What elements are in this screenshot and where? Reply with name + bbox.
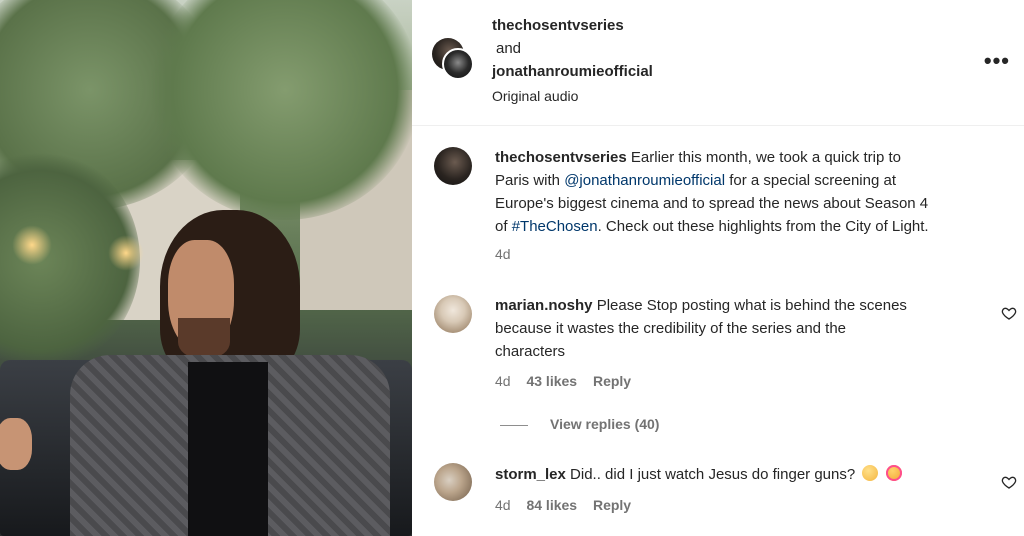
person-beard (178, 318, 230, 358)
avatar-storm-lex[interactable] (434, 463, 472, 501)
avatar-jonathanroumieofficial[interactable] (442, 48, 474, 80)
comment-2-text: Did.. did I just watch Jesus do finger g… (570, 466, 856, 483)
caption-line-4: of #TheChosen. Check out these highlight… (495, 216, 929, 238)
header-divider (412, 125, 1024, 126)
comment-2-line-1: storm_lex Did.. did I just watch Jesus d… (495, 464, 902, 486)
comment-1-text-1: Please Stop posting what is behind the s… (596, 297, 907, 314)
view-replies-line (500, 425, 528, 426)
avatar-marian-noshy[interactable] (434, 295, 472, 333)
caption-line-3: Europe's biggest cinema and to spread th… (495, 195, 929, 212)
hashtag-link[interactable]: #TheChosen (512, 218, 598, 235)
comment-1-time[interactable]: 4d (495, 373, 511, 389)
caption-line-2: Paris with @jonathanroumieofficial for a… (495, 170, 896, 192)
comment-1-username[interactable]: marian.noshy (495, 297, 593, 314)
like-heart-icon[interactable] (1001, 305, 1017, 321)
comment-1-line-3: characters (495, 343, 566, 360)
caption-text-2a: Paris with (495, 172, 565, 189)
comment-1-line-1: marian.noshy Please Stop posting what is… (495, 295, 907, 317)
avatar-caption-author[interactable] (434, 147, 472, 185)
caption-username[interactable]: thechosentvseries (495, 149, 627, 166)
comment-1-meta: 4d 43 likes Reply (495, 373, 631, 389)
caption-text-4a: of (495, 218, 512, 235)
comment-2-username[interactable]: storm_lex (495, 466, 566, 483)
caption-text-4b: . Check out these highlights from the Ci… (597, 218, 929, 235)
header-username-2[interactable]: jonathanroumieofficial (492, 61, 653, 83)
mention-link[interactable]: @jonathanroumieofficial (564, 172, 725, 189)
post-media-video[interactable] (0, 0, 412, 536)
comment-1-line-2: because it wastes the credibility of the… (495, 320, 847, 337)
caption-text-1: Earlier this month, we took a quick trip… (630, 149, 902, 166)
header-username-1[interactable]: thechosentvseries (492, 15, 624, 37)
love-face-emoji-icon (885, 465, 902, 481)
comment-2-likes[interactable]: 84 likes (526, 497, 577, 513)
caption-text-2b: for a special screening at (725, 172, 897, 189)
more-horizontal-icon[interactable]: ••• (984, 48, 1010, 74)
header-and: and (496, 40, 522, 57)
thinking-face-emoji-icon (862, 465, 879, 481)
caption-line-1: thechosentvseries Earlier this month, we… (495, 147, 901, 169)
view-replies-button[interactable]: View replies (40) (550, 416, 659, 432)
caption-timestamp[interactable]: 4d (495, 246, 511, 262)
person-hand (0, 418, 32, 470)
street-lamp-glow (108, 235, 144, 271)
comment-1-likes[interactable]: 43 likes (526, 373, 577, 389)
comment-2-time[interactable]: 4d (495, 497, 511, 513)
original-audio-link[interactable]: Original audio (492, 85, 578, 107)
comment-2-reply-button[interactable]: Reply (593, 497, 631, 513)
like-heart-icon[interactable] (1001, 474, 1017, 490)
person-shirt (188, 362, 268, 536)
street-lamp-glow (12, 225, 52, 265)
post-details-panel: thechosentvseries and jonathanroumieoffi… (412, 0, 1024, 536)
comment-1-reply-button[interactable]: Reply (593, 373, 631, 389)
comment-2-meta: 4d 84 likes Reply (495, 497, 631, 513)
